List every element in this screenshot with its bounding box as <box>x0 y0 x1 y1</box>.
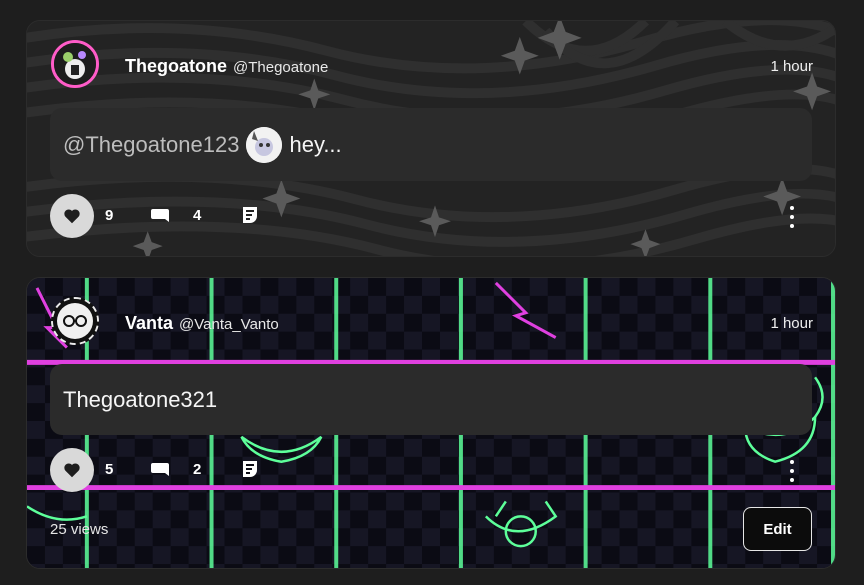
post-time: 1 hour <box>770 58 813 75</box>
more-options-button[interactable] <box>782 460 802 482</box>
post-card: Thegoatone @Thegoatone 1 hour @Thegoaton… <box>26 20 836 257</box>
post-header: Thegoatone @Thegoatone <box>125 56 328 77</box>
share-icon[interactable] <box>240 459 260 486</box>
like-count: 5 <box>105 461 114 478</box>
display-name[interactable]: Vanta <box>125 313 173 334</box>
like-count: 9 <box>105 207 114 224</box>
avatar[interactable] <box>51 297 99 345</box>
comment-count: 4 <box>193 207 202 224</box>
avatar[interactable] <box>51 40 99 88</box>
post-card: Vanta @Vanta_Vanto 1 hour Thegoatone321 … <box>26 277 836 569</box>
post-text: hey... <box>289 131 342 157</box>
user-handle[interactable]: @Thegoatone <box>233 59 328 76</box>
share-icon[interactable] <box>240 205 260 232</box>
mention-link[interactable]: @Thegoatone123 <box>63 132 239 158</box>
post-actions: 5 2 <box>50 448 812 492</box>
post-actions: 9 4 <box>50 194 812 238</box>
comment-icon[interactable] <box>150 460 170 485</box>
heart-icon <box>64 463 80 478</box>
post-text: Thegoatone321 <box>63 386 218 412</box>
display-name[interactable]: Thegoatone <box>125 56 227 77</box>
post-time: 1 hour <box>770 315 813 332</box>
user-handle[interactable]: @Vanta_Vanto <box>179 316 279 333</box>
mention-avatar <box>246 126 283 163</box>
comment-count: 2 <box>193 461 202 478</box>
like-button[interactable] <box>50 448 94 492</box>
comment-icon[interactable] <box>150 206 170 231</box>
edit-button[interactable]: Edit <box>743 507 812 551</box>
post-content: Thegoatone321 <box>50 364 812 435</box>
like-button[interactable] <box>50 194 94 238</box>
heart-icon <box>64 209 80 224</box>
post-content: @Thegoatone123 hey... <box>50 108 812 181</box>
more-options-button[interactable] <box>782 206 802 228</box>
post-header: Vanta @Vanta_Vanto <box>125 313 279 334</box>
view-count: 25 views <box>50 521 109 538</box>
